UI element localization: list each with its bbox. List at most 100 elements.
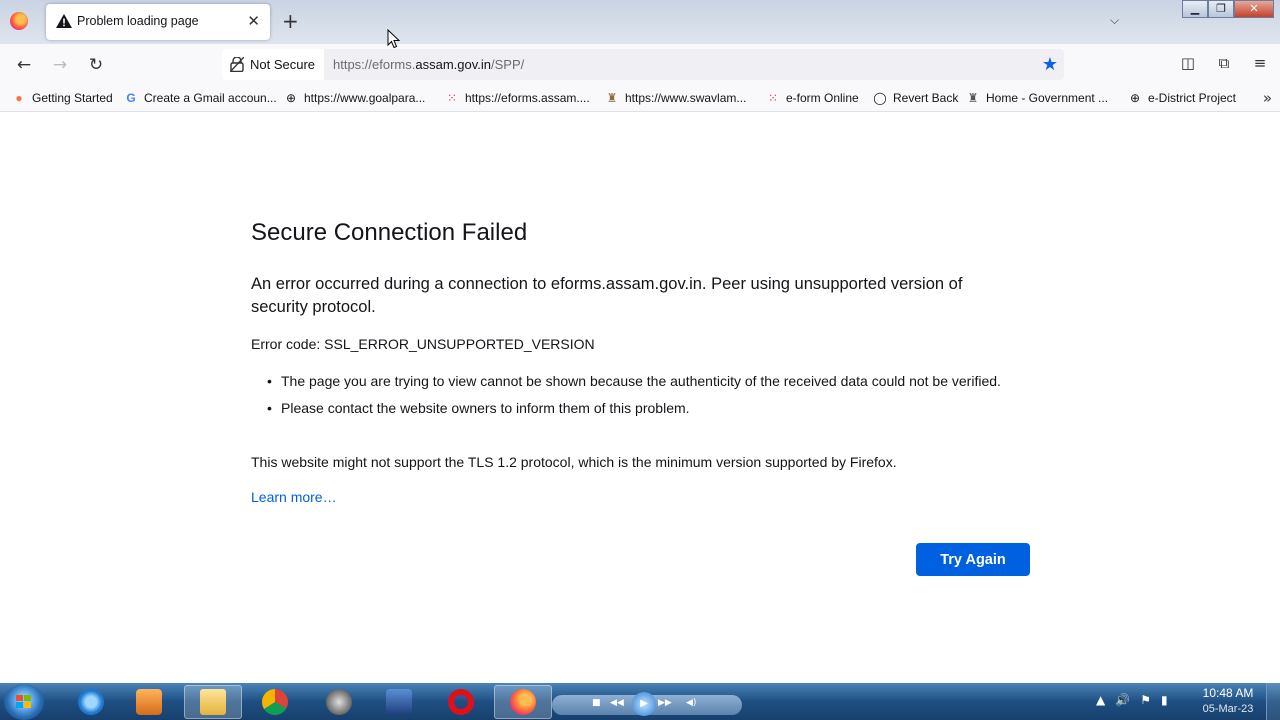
firefox-icon: ●	[15, 91, 23, 105]
orb-icon	[326, 689, 352, 715]
firefox-icon[interactable]	[10, 12, 28, 30]
list-item: Please contact the website owners to inf…	[267, 398, 1021, 418]
play-icon[interactable]: ▶	[632, 692, 656, 716]
media-controls: ■ ◀◀ ▶ ▶▶ ◀)	[552, 692, 742, 716]
window-controls: ▁ ❐ ✕	[1182, 0, 1274, 18]
app-taskbar-button[interactable]	[310, 685, 368, 719]
explorer-taskbar-button[interactable]	[184, 685, 242, 719]
action-center-flag-icon[interactable]: ⚑	[1140, 693, 1151, 707]
bookmark-item[interactable]: ⁙ https://eforms.assam....	[445, 91, 590, 105]
volume-icon[interactable]: 🔊	[1115, 693, 1130, 707]
bookmark-star-icon[interactable]: ★	[1042, 54, 1058, 75]
tab-close-icon[interactable]: ✕	[247, 12, 260, 30]
firefox-icon	[510, 689, 536, 715]
globe-icon: ⊕	[285, 91, 297, 105]
chrome-taskbar-button[interactable]	[246, 685, 304, 719]
opera-icon	[448, 689, 474, 715]
bookmark-item[interactable]: ♜ Home - Government ...	[966, 91, 1108, 105]
bookmark-label: e-form Online	[786, 91, 859, 105]
bookmark-item[interactable]: ⁙ e-form Online	[766, 91, 859, 105]
hamburger-menu-icon[interactable]: ≡	[1250, 54, 1270, 74]
network-icon[interactable]: ▮	[1161, 693, 1168, 707]
bookmark-label: https://www.goalpara...	[304, 91, 426, 105]
emblem-icon: ♜	[967, 91, 979, 105]
url-bar[interactable]: Not Secure https://eforms.assam.gov.in/S…	[222, 49, 1064, 80]
firefox-taskbar-button[interactable]	[494, 685, 552, 719]
bookmark-item[interactable]: ● Getting Started	[12, 91, 113, 105]
opera-taskbar-button[interactable]	[432, 685, 490, 719]
internet-explorer-taskbar-button[interactable]	[62, 685, 120, 719]
bookmark-item[interactable]: ◯ Revert Back	[873, 91, 958, 105]
tab-list-chevron-icon[interactable]: ⌵	[1110, 13, 1119, 28]
globe-icon: ⊕	[1129, 91, 1141, 105]
spinner-icon: ⁙	[446, 91, 458, 105]
error-description: An error occurred during a connection to…	[251, 275, 963, 316]
window-close-button[interactable]: ✕	[1234, 0, 1274, 18]
tab-strip: Problem loading page ✕ + ⌵ ▁ ❐ ✕	[0, 0, 1280, 44]
url-host: assam.gov.in	[415, 57, 492, 72]
next-icon[interactable]: ▶▶	[658, 698, 672, 708]
insecure-lock-icon	[230, 57, 244, 72]
error-suggestions-list: The page you are trying to view cannot b…	[267, 371, 1021, 425]
show-hidden-icons-icon[interactable]: ▲	[1096, 693, 1105, 707]
bookmark-label: Create a Gmail accoun...	[144, 91, 277, 105]
bookmark-item[interactable]: G Create a Gmail accoun...	[124, 91, 277, 105]
show-desktop-button[interactable]	[1266, 683, 1280, 720]
start-button[interactable]	[4, 684, 44, 720]
app-taskbar-button[interactable]	[370, 685, 428, 719]
error-title: Secure Connection Failed	[251, 219, 528, 246]
bookmark-item[interactable]: ♜ https://www.swavlam...	[605, 91, 747, 105]
error-code: Error code: SSL_ERROR_UNSUPPORTED_VERSIO…	[251, 336, 595, 352]
folder-icon	[200, 689, 226, 715]
chrome-icon	[262, 689, 288, 715]
back-button[interactable]: ←	[12, 53, 36, 77]
clock-date: 05-Mar-23	[1202, 703, 1254, 715]
forward-button[interactable]: →	[48, 53, 72, 77]
url-text[interactable]: https://eforms.assam.gov.in/SPP/	[333, 57, 524, 72]
tab-title: Problem loading page	[77, 14, 199, 28]
extensions-icon[interactable]: ⧉	[1214, 54, 1234, 74]
clock-time: 10:48 AM	[1202, 686, 1254, 700]
warning-icon	[56, 14, 72, 28]
navigation-toolbar: ← → ↻ Not Secure https://eforms.assam.go…	[0, 44, 1280, 86]
url-prefix: https://eforms.	[333, 57, 416, 72]
app-icon	[386, 689, 412, 715]
learn-more-link[interactable]: Learn more…	[251, 489, 337, 505]
bookmark-label: Getting Started	[32, 91, 113, 105]
try-again-button[interactable]: Try Again	[916, 543, 1030, 576]
pocket-icon[interactable]: ◫	[1178, 54, 1198, 74]
circle-icon: ◯	[873, 91, 887, 105]
mute-icon[interactable]: ◀)	[686, 698, 696, 708]
minimize-button[interactable]: ▁	[1182, 0, 1208, 18]
maximize-button[interactable]: ❐	[1208, 0, 1234, 18]
mouse-cursor-icon	[387, 29, 401, 49]
reload-button[interactable]: ↻	[84, 53, 108, 77]
internet-explorer-icon	[78, 689, 104, 715]
windows-flag-icon	[16, 695, 31, 708]
google-icon: G	[126, 91, 136, 105]
not-secure-label: Not Secure	[250, 57, 316, 72]
bookmark-label: https://www.swavlam...	[625, 91, 747, 105]
bookmarks-overflow-icon[interactable]: »	[1263, 89, 1272, 107]
stop-icon[interactable]: ■	[592, 698, 601, 708]
bookmark-label: Revert Back	[893, 91, 959, 105]
media-player-icon	[136, 689, 162, 715]
spinner-icon: ⁙	[767, 91, 779, 105]
url-path: /SPP/	[491, 57, 525, 72]
bookmark-label: https://eforms.assam....	[465, 91, 590, 105]
new-tab-button[interactable]: +	[282, 9, 299, 33]
bookmark-item[interactable]: ⊕ e-District Project	[1128, 91, 1236, 105]
system-tray: ▲ 🔊 ⚑ ▮	[1096, 693, 1168, 707]
bookmark-item[interactable]: ⊕ https://www.goalpara...	[284, 91, 425, 105]
bookmark-label: e-District Project	[1148, 91, 1237, 105]
previous-icon[interactable]: ◀◀	[610, 698, 624, 708]
media-player-taskbar-button[interactable]	[120, 685, 178, 719]
emblem-icon: ♜	[606, 91, 618, 105]
bookmarks-toolbar: ● Getting Started G Create a Gmail accoun.…	[0, 86, 1280, 112]
list-item: The page you are trying to view cannot b…	[267, 371, 1021, 391]
system-clock[interactable]: 10:48 AM 05-Mar-23	[1198, 686, 1258, 715]
bookmark-label: Home - Government ...	[986, 91, 1109, 105]
not-secure-indicator[interactable]: Not Secure	[222, 49, 324, 80]
tls-note: This website might not support the TLS 1…	[251, 454, 897, 470]
tab-problem-loading[interactable]: Problem loading page ✕	[46, 4, 270, 40]
